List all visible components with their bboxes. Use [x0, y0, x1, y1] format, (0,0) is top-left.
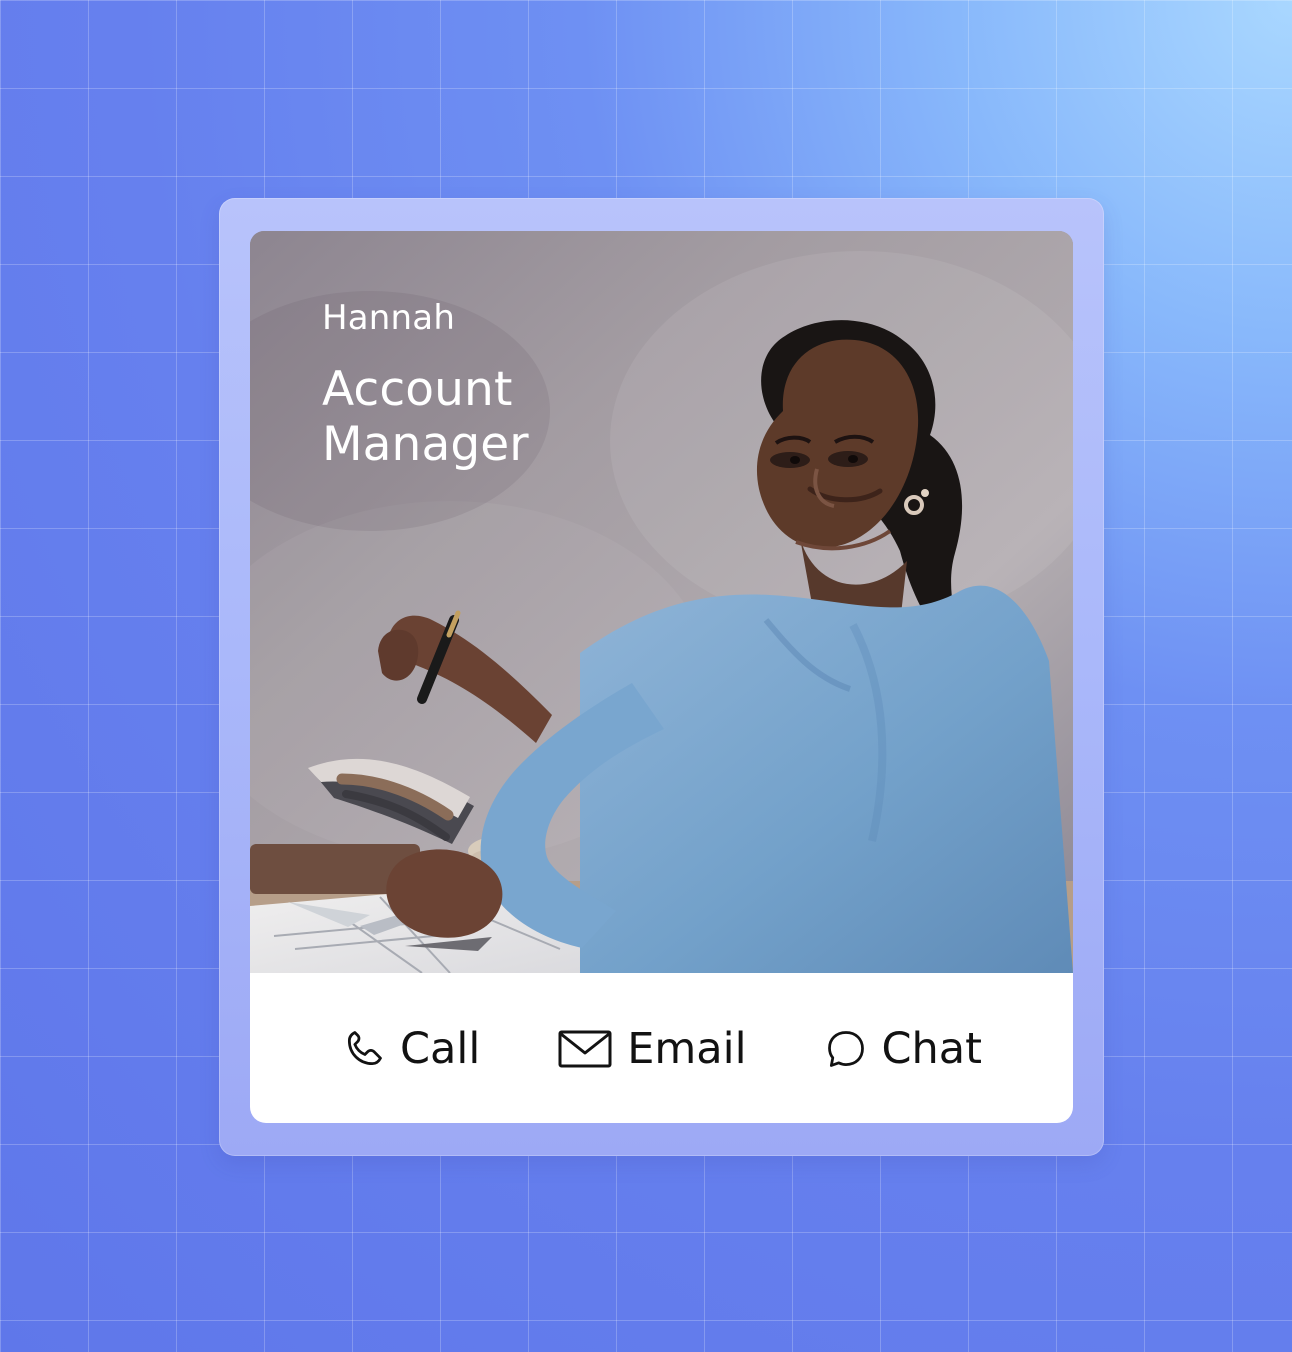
- person-name: Hannah: [322, 298, 456, 338]
- chat-label: Chat: [881, 1023, 983, 1074]
- email-button[interactable]: Email: [557, 1023, 747, 1074]
- phone-icon: [342, 1027, 386, 1071]
- call-label: Call: [400, 1023, 481, 1074]
- contact-card: Hannah Account Manager Call Email Chat: [219, 198, 1104, 1156]
- profile-photo: Hannah Account Manager: [250, 231, 1073, 973]
- email-label: Email: [627, 1023, 747, 1074]
- mail-icon: [557, 1029, 613, 1069]
- chat-button[interactable]: Chat: [824, 1023, 983, 1074]
- chat-icon: [824, 1027, 868, 1071]
- call-button[interactable]: Call: [342, 1027, 480, 1071]
- contact-actions: Call Email Chat: [342, 1023, 982, 1075]
- contact-actions-panel: Call Email Chat: [250, 973, 1073, 1123]
- person-role: Account Manager: [322, 362, 529, 472]
- photo-illustration: [250, 231, 1073, 973]
